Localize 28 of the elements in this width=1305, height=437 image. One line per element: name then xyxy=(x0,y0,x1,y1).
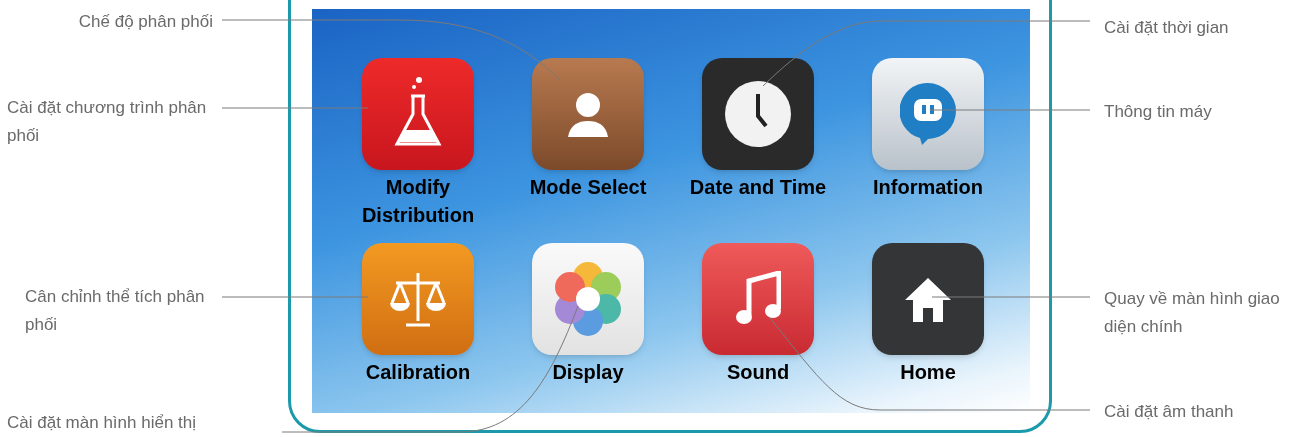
callout-label: Cài đặt chương trình phân phối xyxy=(7,97,208,147)
app-label: Home xyxy=(899,360,957,385)
callout-label: Cài đặt màn hình hiển thị xyxy=(7,412,197,434)
chat-bubble-icon xyxy=(900,83,956,145)
app-tile[interactable] xyxy=(532,58,644,170)
app-tile[interactable] xyxy=(702,243,814,355)
app-tile[interactable] xyxy=(702,58,814,170)
callout-label: Thông tin máy xyxy=(1104,101,1213,123)
app-label: Display xyxy=(551,360,625,385)
app-label: Mode Select xyxy=(528,175,648,200)
clock-icon xyxy=(724,80,792,148)
app-tile[interactable] xyxy=(362,243,474,355)
app-label: Information xyxy=(872,175,984,200)
app-tile[interactable] xyxy=(872,243,984,355)
app-label: Sound xyxy=(725,360,791,385)
app-tile[interactable] xyxy=(872,58,984,170)
app-label: Modify Distribution xyxy=(360,175,476,228)
app-label: Calibration xyxy=(364,360,472,385)
callout-label: Cài đặt âm thanh xyxy=(1104,401,1235,423)
callout-label: Cân chỉnh thể tích phân phối xyxy=(25,286,206,336)
app-label: Date and Time xyxy=(688,175,828,200)
callout-label: Chế độ phân phối xyxy=(77,11,213,33)
music-note-icon xyxy=(735,271,781,327)
callout-label: Cài đặt thời gian xyxy=(1104,17,1230,39)
house-icon xyxy=(903,276,953,322)
app-tile[interactable] xyxy=(362,58,474,170)
callout-label: Quay về màn hình giao diện chính xyxy=(1104,288,1281,338)
app-tile[interactable] xyxy=(532,243,644,355)
